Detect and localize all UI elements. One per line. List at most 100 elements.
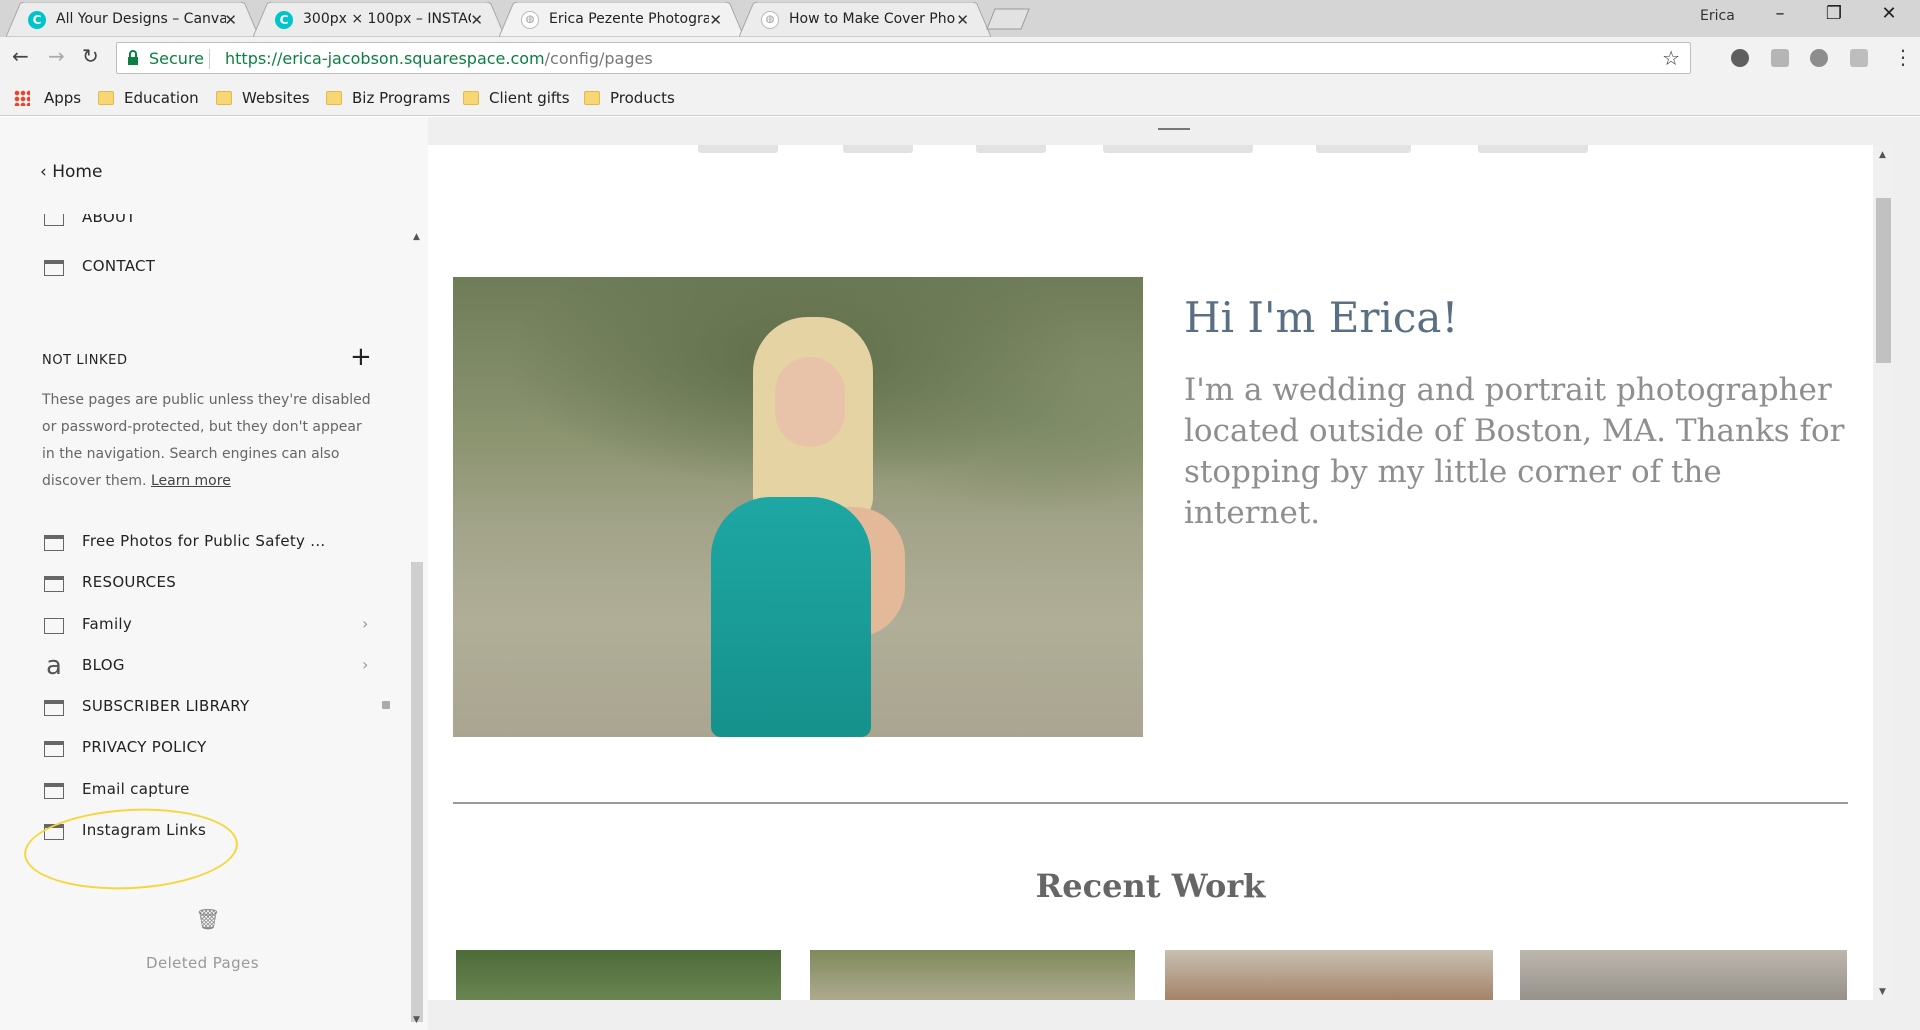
- bookmark-apps[interactable]: Apps: [14, 89, 81, 107]
- tab-title: 300px × 100px – INSTAGRA: [303, 11, 471, 27]
- bookmark-biz-programs[interactable]: Biz Programs: [326, 89, 450, 107]
- page-icon: [44, 700, 64, 716]
- blog-icon: a: [46, 651, 62, 681]
- more-menu-icon[interactable]: ⋮: [1893, 45, 1913, 69]
- bookmark-label: Websites: [242, 89, 310, 107]
- bookmark-label: Products: [610, 89, 675, 107]
- browser-tab-strip: C All Your Designs – Canva ✕ C 300px × 1…: [0, 0, 1920, 37]
- page-item-contact[interactable]: CONTACT: [44, 252, 414, 282]
- close-icon[interactable]: ✕: [470, 11, 483, 29]
- chevron-right-icon[interactable]: ›: [362, 614, 368, 633]
- page-label: Email capture: [82, 780, 190, 798]
- preview-scroll-up-icon[interactable]: ▲: [1879, 150, 1886, 160]
- preview-scrollbar-thumb[interactable]: [1876, 198, 1891, 363]
- minimize-icon[interactable]: –: [1757, 3, 1803, 24]
- photo-detail: [711, 497, 871, 737]
- page-item-blog[interactable]: a BLOG ›: [44, 651, 414, 681]
- recent-work-thumbnail[interactable]: [1520, 950, 1847, 1000]
- bookmark-label: Biz Programs: [352, 89, 451, 107]
- scroll-down-arrow-icon[interactable]: ▼: [413, 1015, 420, 1025]
- tab-erica-photography-active[interactable]: ◍ Erica Pezente Photography ✕: [499, 2, 744, 37]
- new-tab-button[interactable]: [986, 8, 1030, 30]
- page-label: ABOUT: [82, 214, 136, 226]
- page-label: BLOG: [82, 656, 125, 674]
- close-window-icon[interactable]: ✕: [1866, 3, 1912, 24]
- trash-icon[interactable]: 🗑: [193, 907, 223, 937]
- address-bar[interactable]: Secure https://erica-jacobson.squarespac…: [116, 42, 1691, 74]
- folder-icon: [216, 91, 232, 105]
- close-icon[interactable]: ✕: [224, 11, 237, 29]
- back-arrow-icon[interactable]: ←: [12, 44, 29, 68]
- site-nav-item[interactable]: [1316, 145, 1411, 153]
- page-label: Family: [82, 615, 133, 633]
- bookmark-label: Client gifts: [489, 89, 570, 107]
- pocket-extension-icon[interactable]: [1850, 49, 1868, 67]
- bookmark-websites[interactable]: Websites: [216, 89, 310, 107]
- tab-cover-photo[interactable]: ◍ How to Make Cover Photo ✕: [739, 2, 991, 37]
- preview-drag-handle[interactable]: [1158, 128, 1190, 130]
- extension-icon[interactable]: [1771, 49, 1789, 67]
- site-nav-item[interactable]: [843, 145, 913, 153]
- recent-work-thumbnail[interactable]: [1165, 950, 1493, 1000]
- folder-icon: [463, 91, 479, 105]
- restore-icon[interactable]: ❐: [1811, 3, 1857, 24]
- recent-work-thumbnail[interactable]: [456, 950, 781, 1000]
- page-label: PRIVACY POLICY: [82, 738, 207, 756]
- squarespace-icon: ◍: [761, 11, 779, 29]
- profile-name[interactable]: Erica: [1700, 8, 1735, 24]
- page-label: RESOURCES: [82, 573, 177, 591]
- reload-icon[interactable]: ↻: [82, 44, 99, 68]
- bookmark-products[interactable]: Products: [584, 89, 675, 107]
- site-nav-item[interactable]: [976, 145, 1046, 153]
- page-icon: [44, 783, 64, 799]
- tab-title: Erica Pezente Photography: [549, 11, 709, 27]
- site-nav-item[interactable]: [698, 145, 778, 153]
- scroll-up-arrow-icon[interactable]: ▲: [413, 232, 420, 242]
- tab-instagram-canva[interactable]: C 300px × 100px – INSTAGRA ✕: [253, 2, 505, 37]
- bookmarks-bar: Apps Education Websites Biz Programs Cli…: [0, 79, 1920, 116]
- site-nav-item[interactable]: [1478, 145, 1588, 153]
- bookmark-education[interactable]: Education: [98, 89, 199, 107]
- page-label: SUBSCRIBER LIBRARY: [82, 697, 250, 715]
- portrait-photo: [453, 277, 1143, 737]
- close-icon[interactable]: ✕: [709, 11, 722, 29]
- close-icon[interactable]: ✕: [956, 11, 969, 29]
- lock-icon: [382, 701, 390, 709]
- back-home-link[interactable]: ‹ Home: [40, 162, 102, 182]
- url-text[interactable]: https://erica-jacobson.squarespace.com/c…: [225, 49, 653, 68]
- extension-icon[interactable]: [1810, 49, 1828, 67]
- page-item-email-capture[interactable]: Email capture: [44, 775, 414, 805]
- not-linked-heading: NOT LINKED: [42, 353, 128, 368]
- page-item-free-photos[interactable]: Free Photos for Public Safety ...: [44, 527, 414, 557]
- evernote-extension-icon[interactable]: [1731, 49, 1749, 67]
- page-item-family[interactable]: Family ›: [44, 610, 414, 640]
- tab-canva-designs[interactable]: C All Your Designs – Canva ✕: [6, 2, 259, 37]
- gallery-icon: [44, 618, 64, 634]
- page-icon: [44, 741, 64, 757]
- tab-title: All Your Designs – Canva: [56, 11, 226, 27]
- page-item-resources[interactable]: RESOURCES: [44, 568, 414, 598]
- intro-heading: Hi I'm Erica!: [1184, 293, 1459, 342]
- site-preview: Hi I'm Erica! I'm a wedding and portrait…: [428, 145, 1873, 1000]
- preview-scroll-down-icon[interactable]: ▼: [1879, 987, 1886, 997]
- add-page-icon[interactable]: +: [350, 342, 372, 372]
- tab-title: How to Make Cover Photo: [789, 11, 955, 27]
- learn-more-link[interactable]: Learn more: [151, 473, 231, 489]
- forward-arrow-icon[interactable]: →: [48, 44, 65, 68]
- bookmark-star-icon[interactable]: ☆: [1662, 46, 1680, 70]
- recent-work-heading: Recent Work: [1035, 867, 1266, 905]
- url-host: https://erica-jacobson.squarespace.com: [225, 49, 545, 68]
- recent-work-thumbnail[interactable]: [810, 950, 1135, 1000]
- panel-scrollbar[interactable]: [411, 562, 423, 1022]
- deleted-pages-link[interactable]: Deleted Pages: [146, 954, 259, 972]
- chevron-right-icon[interactable]: ›: [362, 655, 368, 674]
- pages-panel: ‹ Home ABOUT CONTACT ▲ NOT LINKED + Thes…: [0, 117, 428, 1030]
- bookmark-client-gifts[interactable]: Client gifts: [463, 89, 570, 107]
- section-divider: [453, 802, 1848, 804]
- page-item-privacy-policy[interactable]: PRIVACY POLICY: [44, 733, 414, 763]
- site-nav-item[interactable]: [1103, 145, 1253, 153]
- photo-detail: [775, 357, 845, 447]
- page-item-subscriber-library[interactable]: SUBSCRIBER LIBRARY: [44, 692, 414, 722]
- page-item-about[interactable]: ABOUT: [44, 214, 414, 232]
- browser-toolbar: ← → ↻ Secure https://erica-jacobson.squa…: [0, 37, 1920, 79]
